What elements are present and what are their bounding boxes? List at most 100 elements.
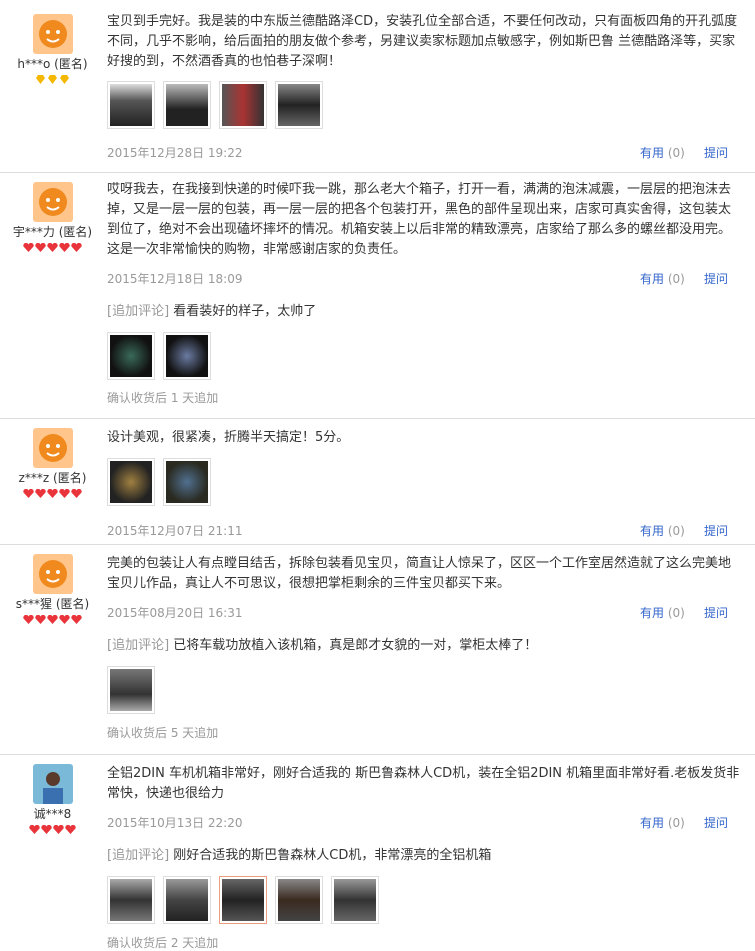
heart-icon <box>35 241 46 252</box>
user-name: 诚***8 <box>33 807 72 821</box>
useful-count: (0) <box>667 524 685 538</box>
append-comment: [追加评论] 刚好合适我的斯巴鲁森林人CD机，非常漂亮的全铝机箱 <box>107 846 742 866</box>
useful-count: (0) <box>667 816 685 830</box>
useful-count: (0) <box>667 606 685 620</box>
review-photos <box>107 458 742 506</box>
heart-icon <box>35 613 46 624</box>
review-item: z***z (匿名) 设计美观，很紧凑，折腾半天搞定！5分。 2015年12月0… <box>0 418 755 545</box>
review-text: 完美的包装让人有点瞠目结舌，拆除包装看见宝贝，简直让人惊呆了，区区一个工作室居然… <box>107 556 732 591</box>
rank-hearts <box>0 613 105 624</box>
useful-button[interactable]: 有用 (0) <box>640 604 685 621</box>
review-photo[interactable] <box>107 666 155 714</box>
review-date: 2015年12月28日 19:22 <box>107 146 243 160</box>
heart-icon <box>23 241 34 252</box>
review-photo[interactable] <box>275 876 323 924</box>
review-item: 宇***力 (匿名) 哎呀我去，在我接到快递的时候吓我一跳，那么老大个箱子，打开… <box>0 172 755 419</box>
avatar[interactable] <box>32 14 73 54</box>
review-photo[interactable] <box>107 332 155 380</box>
useful-button[interactable]: 有用 (0) <box>640 814 685 831</box>
append-time: 确认收货后 1 天追加 <box>107 391 219 405</box>
default-avatar-icon <box>32 428 73 468</box>
append-time: 确认收货后 5 天追加 <box>107 726 219 740</box>
user-info: 诚***8 <box>0 764 105 834</box>
heart-icon <box>59 613 70 624</box>
append-text: 看看装好的样子，太帅了 <box>173 304 317 319</box>
heart-icon <box>71 487 82 498</box>
ask-button[interactable]: 提问 <box>704 522 728 539</box>
user-info: z***z (匿名) <box>0 428 105 498</box>
heart-icon <box>35 487 46 498</box>
review-photo[interactable] <box>219 81 267 129</box>
user-info: 宇***力 (匿名) <box>0 182 105 252</box>
avatar[interactable] <box>32 182 73 222</box>
heart-icon <box>23 487 34 498</box>
useful-count: (0) <box>667 272 685 286</box>
review-text: 宝贝到手完好。我是装的中东版兰德酷路泽CD，安装孔位全部合适，不要任何改动，只有… <box>107 14 738 69</box>
default-avatar-icon <box>32 554 73 594</box>
review-date: 2015年12月07日 21:11 <box>107 524 243 538</box>
diamond-icon <box>35 73 46 84</box>
default-avatar-icon <box>32 14 73 54</box>
rank-hearts <box>0 241 105 252</box>
review-photos <box>107 876 742 924</box>
review-item: s***猩 (匿名) 完美的包装让人有点瞠目结舌，拆除包装看见宝贝，简直让人惊呆… <box>0 544 755 755</box>
review-photo[interactable] <box>163 332 211 380</box>
user-info: h***o (匿名) <box>0 14 105 84</box>
review-photos <box>107 666 742 714</box>
useful-button[interactable]: 有用 (0) <box>640 144 685 161</box>
rank-hearts <box>0 823 105 834</box>
default-avatar-icon <box>32 182 73 222</box>
review-date: 2015年10月13日 22:20 <box>107 816 243 830</box>
useful-button[interactable]: 有用 (0) <box>640 522 685 539</box>
append-tag: [追加评论] <box>107 638 170 653</box>
review-item: h***o (匿名) 宝贝到手完好。我是装的中东版兰德酷路泽CD，安装孔位全部合… <box>0 0 755 173</box>
user-name: 宇***力 (匿名) <box>12 225 93 239</box>
review-photo[interactable] <box>107 81 155 129</box>
user-name: s***猩 (匿名) <box>15 597 90 611</box>
review-photo[interactable] <box>107 876 155 924</box>
review-date: 2015年08月20日 16:31 <box>107 606 243 620</box>
rank-diamonds <box>0 73 105 84</box>
useful-count: (0) <box>667 146 685 160</box>
ask-button[interactable]: 提问 <box>704 144 728 161</box>
review-date: 2015年12月18日 18:09 <box>107 272 243 286</box>
review-photo[interactable] <box>163 876 211 924</box>
user-name: z***z (匿名) <box>18 471 87 485</box>
review-photo[interactable] <box>331 876 379 924</box>
review-photo[interactable] <box>107 458 155 506</box>
user-name: h***o (匿名) <box>17 57 88 71</box>
heart-icon <box>47 487 58 498</box>
avatar[interactable] <box>32 554 73 594</box>
ask-button[interactable]: 提问 <box>704 604 728 621</box>
review-photo[interactable] <box>219 876 267 924</box>
review-photos <box>107 332 742 380</box>
heart-icon <box>65 823 76 834</box>
review-photo[interactable] <box>275 81 323 129</box>
review-text: 全铝2DIN 车机机箱非常好，刚好合适我的 斯巴鲁森林人CD机，装在全铝2DIN… <box>107 766 740 801</box>
append-comment: [追加评论] 看看装好的样子，太帅了 <box>107 302 742 322</box>
ask-button[interactable]: 提问 <box>704 814 728 831</box>
useful-button[interactable]: 有用 (0) <box>640 270 685 287</box>
ask-button[interactable]: 提问 <box>704 270 728 287</box>
append-time: 确认收货后 2 天追加 <box>107 936 219 950</box>
diamond-icon <box>47 73 58 84</box>
heart-icon <box>59 241 70 252</box>
avatar[interactable] <box>32 764 73 804</box>
heart-icon <box>71 241 82 252</box>
append-tag: [追加评论] <box>107 848 170 863</box>
append-tag: [追加评论] <box>107 304 170 319</box>
heart-icon <box>71 613 82 624</box>
avatar[interactable] <box>32 428 73 468</box>
heart-icon <box>23 613 34 624</box>
diamond-icon <box>59 73 70 84</box>
rank-hearts <box>0 487 105 498</box>
heart-icon <box>53 823 64 834</box>
review-photo[interactable] <box>163 81 211 129</box>
review-photo[interactable] <box>163 458 211 506</box>
heart-icon <box>29 823 40 834</box>
user-info: s***猩 (匿名) <box>0 554 105 624</box>
review-text: 设计美观，很紧凑，折腾半天搞定！5分。 <box>107 430 350 445</box>
append-text: 已将车载功放植入该机箱，真是郎才女貌的一对，掌柜太棒了！ <box>173 638 538 653</box>
review-photos <box>107 81 742 129</box>
user-photo-icon <box>32 764 73 804</box>
